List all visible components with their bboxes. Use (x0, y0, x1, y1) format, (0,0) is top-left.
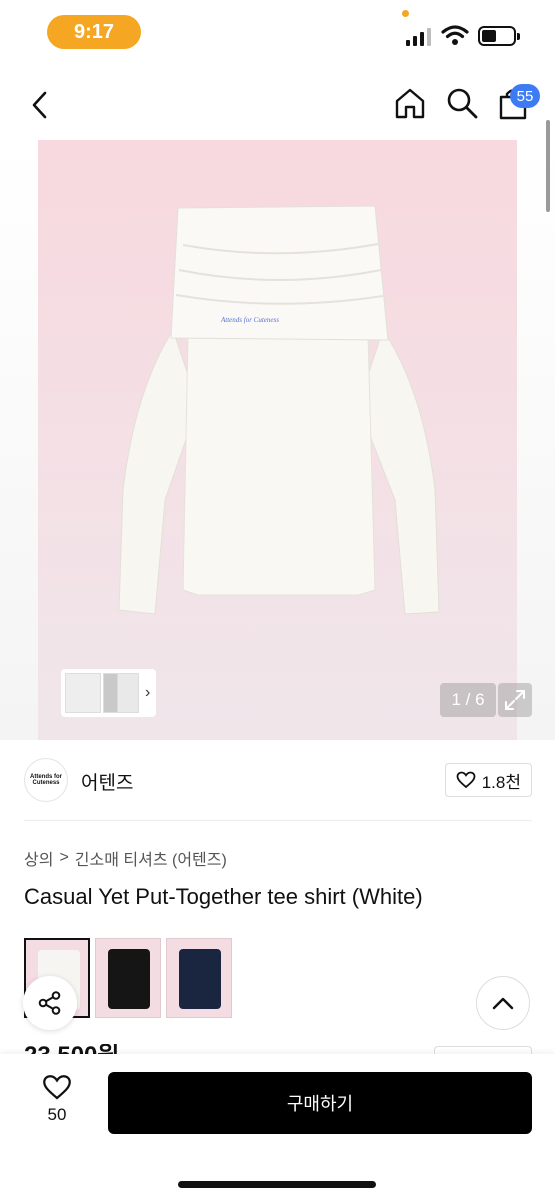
share-icon[interactable] (23, 976, 77, 1030)
breadcrumb-separator: > (59, 849, 69, 866)
gallery-thumbnail[interactable] (65, 673, 101, 713)
status-bar: 9:17 (0, 0, 555, 62)
status-time: 9:17 (47, 15, 141, 49)
product-image-gallery[interactable]: Attends for Cuteness › 1 / 6 (0, 140, 555, 740)
product-title: Casual Yet Put-Together tee shirt (White… (24, 884, 423, 909)
wishlist-count: 50 (47, 1105, 67, 1124)
breadcrumb: 상의 > 긴소매 티셔츠 (어텐즈) (24, 846, 227, 870)
cart-count-badge: 55 (510, 84, 540, 108)
brand-logo[interactable]: Attends for Cuteness (24, 758, 68, 802)
wifi-icon (441, 25, 469, 45)
chevron-right-icon[interactable]: › (145, 684, 150, 702)
home-icon[interactable] (393, 86, 427, 120)
breadcrumb-category[interactable]: 상의 (24, 846, 53, 870)
wishlist-button[interactable]: 50 (24, 1074, 90, 1136)
expand-icon[interactable] (498, 683, 532, 717)
heart-icon (456, 771, 476, 789)
color-option-navy[interactable] (166, 938, 232, 1018)
chevron-left-icon[interactable] (24, 88, 58, 122)
divider (24, 820, 532, 821)
bottom-action-bar: 50 구매하기 (0, 1054, 555, 1200)
search-icon[interactable] (445, 86, 479, 120)
heart-icon (43, 1075, 71, 1100)
gallery-thumbnail[interactable] (103, 673, 139, 713)
cellular-signal-icon (406, 28, 431, 46)
battery-icon (478, 26, 520, 46)
page-scrollbar[interactable] (546, 120, 550, 212)
top-navigation (0, 76, 555, 134)
brand-row: Attends for Cuteness 어텐즈 1.8천 (24, 756, 532, 806)
image-page-counter: 1 / 6 (440, 683, 496, 717)
color-option-black[interactable] (95, 938, 161, 1018)
off-shoulder-tee-image: Attends for Cuteness (118, 205, 440, 615)
scroll-to-top-icon[interactable] (476, 976, 530, 1030)
brand-logo-text: Cuteness (32, 780, 60, 786)
breadcrumb-subcategory[interactable]: 긴소매 티셔츠 (어텐즈) (75, 846, 227, 870)
product-image[interactable]: Attends for Cuteness › (38, 140, 517, 740)
brand-like-button[interactable]: 1.8천 (444, 763, 532, 797)
brand-name[interactable]: 어텐즈 (81, 768, 133, 795)
home-indicator (178, 1181, 376, 1188)
garment-logo-text: Attends for Cuteness (220, 316, 279, 324)
camera-indicator-dot (402, 10, 409, 17)
battery-level-fill (482, 30, 496, 42)
brand-like-count: 1.8천 (481, 772, 521, 792)
gallery-thumbnail-strip[interactable]: › (61, 669, 156, 717)
buy-button[interactable]: 구매하기 (108, 1072, 532, 1134)
